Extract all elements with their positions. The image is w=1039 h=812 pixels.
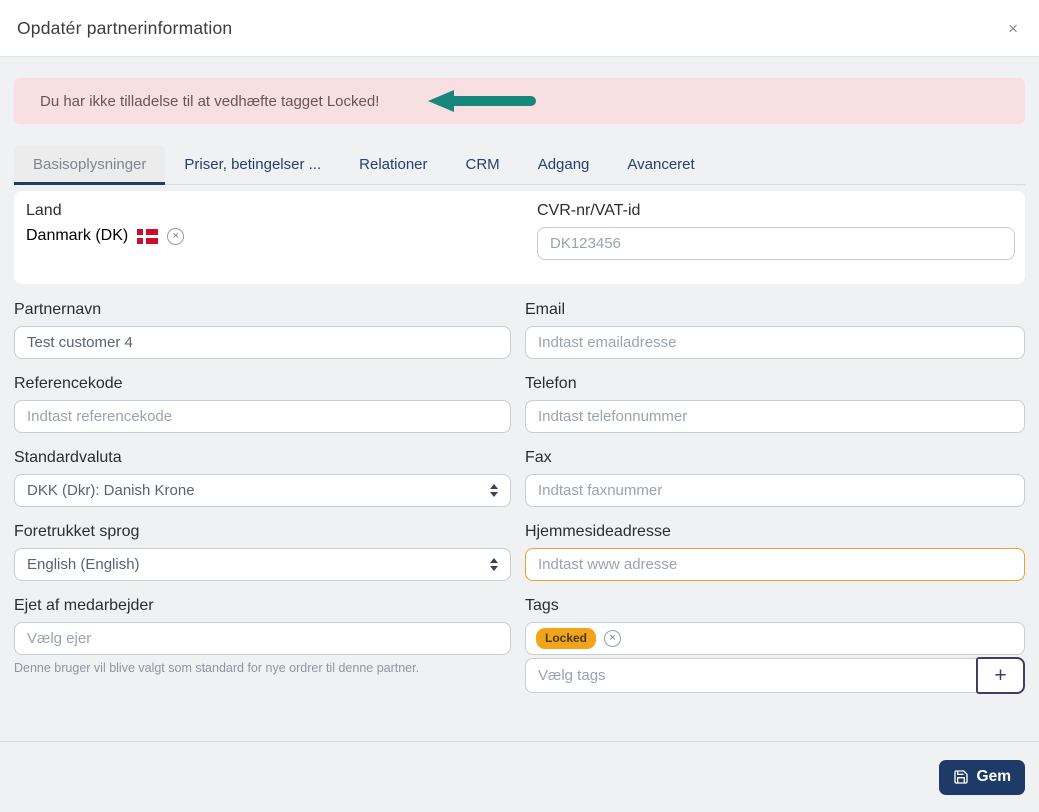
permission-alert: Du har ikke tilladelse til at vedhæfte t…: [14, 78, 1025, 124]
partnernavn-label: Partnernavn: [14, 301, 102, 318]
email-input[interactable]: [525, 326, 1025, 359]
denmark-flag-icon: [137, 228, 159, 244]
sprog-label: Foretrukket sprog: [14, 523, 140, 540]
sprog-value: English (English): [27, 556, 140, 573]
tab-basisoplysninger[interactable]: Basisoplysninger: [14, 146, 166, 185]
tab-priser-betingelser[interactable]: Priser, betingelser ...: [165, 146, 340, 185]
cvr-label: CVR-nr/VAT-id: [537, 202, 641, 219]
tag-remove-icon[interactable]: ×: [604, 630, 622, 647]
fax-input[interactable]: [525, 474, 1025, 507]
form-rows: Partnernavn Email Referencekode Telefon: [14, 301, 1025, 694]
telefon-input[interactable]: [525, 400, 1025, 433]
cvr-input[interactable]: [537, 227, 1015, 260]
hjemmeside-input[interactable]: [525, 548, 1025, 581]
ejer-helper-text: Denne bruger vil blive valgt som standar…: [14, 661, 420, 675]
tab-avanceret[interactable]: Avanceret: [608, 146, 713, 185]
tags-container: Locked ×: [525, 622, 1025, 655]
field-email: Email: [525, 301, 1025, 359]
add-tag-button[interactable]: +: [976, 657, 1025, 694]
tab-adgang[interactable]: Adgang: [519, 146, 609, 185]
field-hjemmeside: Hjemmesideadresse: [525, 523, 1025, 581]
save-button-label: Gem: [976, 768, 1011, 785]
field-partnernavn: Partnernavn: [14, 301, 511, 359]
field-telefon: Telefon: [525, 375, 1025, 433]
standardvaluta-label: Standardvaluta: [14, 449, 122, 466]
field-cvr: CVR-nr/VAT-id: [537, 202, 1015, 260]
tags-label: Tags: [525, 597, 559, 614]
tags-select-row: +: [525, 657, 1025, 694]
tab-bar: Basisoplysninger Priser, betingelser ...…: [14, 146, 1025, 185]
land-clear-icon[interactable]: ×: [167, 227, 185, 245]
tab-relationer[interactable]: Relationer: [340, 146, 446, 185]
field-ejer: Ejet af medarbejder Denne bruger vil bli…: [14, 597, 511, 694]
field-sprog: Foretrukket sprog English (English): [14, 523, 511, 581]
country-vat-card: Land Danmark (DK) × CVR-nr/VAT-id: [14, 191, 1025, 284]
land-value: Danmark (DK): [26, 227, 129, 244]
partnernavn-input[interactable]: [14, 326, 511, 359]
land-select[interactable]: Danmark (DK) ×: [26, 227, 523, 245]
save-icon: [953, 769, 969, 785]
modal-title: Opdatér partnerinformation: [17, 17, 233, 38]
ejer-input[interactable]: [14, 622, 511, 655]
arrow-left-icon: [428, 90, 536, 112]
field-referencekode: Referencekode: [14, 375, 511, 433]
standardvaluta-value: DKK (Dkr): Danish Krone: [27, 482, 195, 499]
modal-body: Du har ikke tilladelse til at vedhæfte t…: [0, 57, 1039, 694]
select-updown-icon: [490, 484, 498, 497]
field-tags: Tags Locked × +: [525, 597, 1025, 694]
save-button[interactable]: Gem: [938, 759, 1025, 795]
ejer-label: Ejet af medarbejder: [14, 597, 154, 614]
fax-label: Fax: [525, 449, 552, 466]
standardvaluta-select[interactable]: DKK (Dkr): Danish Krone: [14, 474, 511, 507]
hjemmeside-label: Hjemmesideadresse: [525, 523, 671, 540]
alert-text: Du har ikke tilladelse til at vedhæfte t…: [40, 92, 380, 110]
modal-footer: Gem: [0, 741, 1039, 812]
sprog-select[interactable]: English (English): [14, 548, 511, 581]
land-label: Land: [26, 202, 62, 219]
field-standardvaluta: Standardvaluta DKK (Dkr): Danish Krone: [14, 449, 511, 507]
select-updown-icon: [490, 558, 498, 571]
tag-locked-badge: Locked: [536, 628, 597, 649]
field-fax: Fax: [525, 449, 1025, 507]
update-partner-modal: Opdatér partnerinformation × Du har ikke…: [0, 0, 1039, 812]
email-label: Email: [525, 301, 566, 318]
tags-select-input[interactable]: [525, 658, 985, 693]
close-icon[interactable]: ×: [1004, 16, 1022, 41]
modal-header: Opdatér partnerinformation ×: [0, 0, 1039, 57]
referencekode-input[interactable]: [14, 400, 511, 433]
field-land: Land Danmark (DK) ×: [26, 202, 523, 260]
referencekode-label: Referencekode: [14, 375, 123, 392]
telefon-label: Telefon: [525, 375, 577, 392]
tab-crm[interactable]: CRM: [447, 146, 519, 185]
